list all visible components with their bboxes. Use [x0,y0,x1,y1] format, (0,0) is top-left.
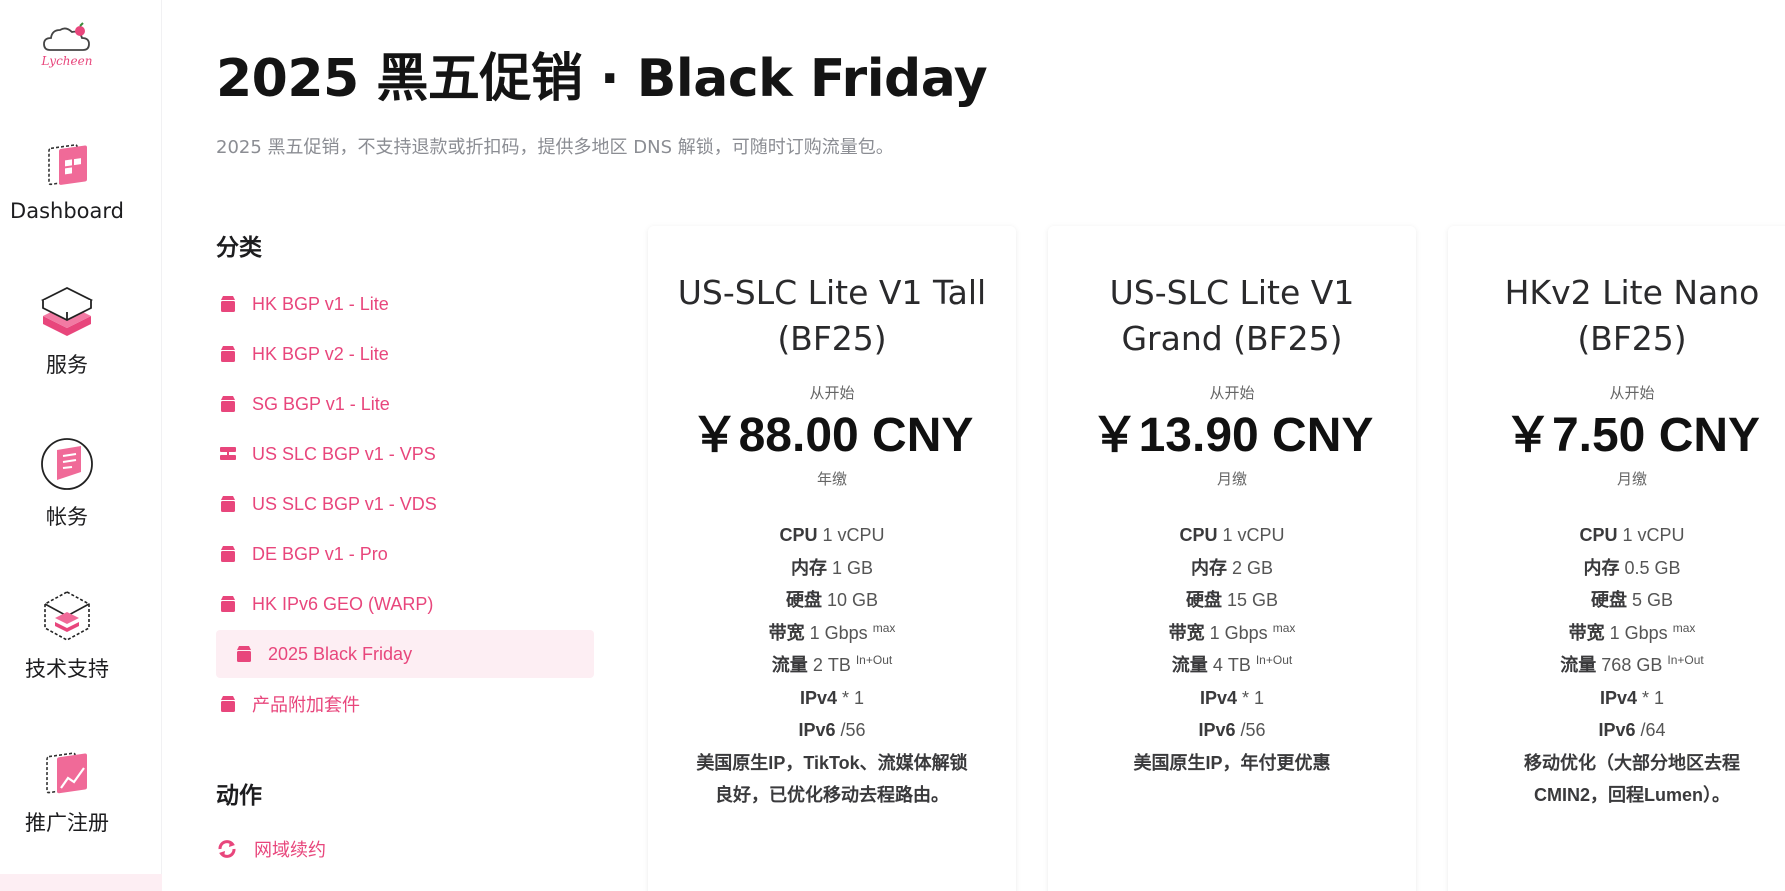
category-item-us-slc-bgp-v1-vds[interactable]: US SLC BGP v1 - VDS [216,480,594,528]
spec-bandwidth: 带宽 1 Gbps max [1568,620,1696,643]
spec-ipv6: IPv6 /56 [798,720,866,740]
refresh-icon [218,840,236,858]
spec-ipv4: IPv4 * 1 [1199,687,1265,708]
product-specs: CPU 1 vCPU 内存 2 GB 硬盘 15 GB 带宽 1 Gbps ma… [1048,519,1416,779]
category-label: US SLC BGP v1 - VDS [252,493,437,514]
spec-ipv4: IPv4 * 1 [799,687,865,708]
product-name: HKv2 Lite Nano (BF25) [1504,273,1760,358]
spec-ram: 内存 1 GB [790,557,874,578]
nav-label: 技术支持 [25,657,109,681]
box-icon [221,696,235,712]
product-specs: CPU 1 vCPU 内存 1 GB 硬盘 10 GB 带宽 1 Gbps ma… [648,519,1016,812]
spec-disk: 硬盘 10 GB [785,590,879,610]
product-price: ￥88.00 CNY [690,409,974,462]
category-label: HK BGP v1 - Lite [252,293,389,314]
nav-services[interactable]: 服务 [0,284,134,379]
action-domain-renewal[interactable]: 网域续约 [216,836,326,862]
categories-heading: 分类 [216,235,262,261]
nav-support[interactable]: 技术支持 [0,588,134,683]
page-title: 2025 黑五促销 · Black Friday [216,49,988,109]
logo-text: Lycheen [41,54,93,68]
billing-cycle: 月缴 [1616,471,1647,488]
product-name: US-SLC Lite V1 Grand (BF25) [1109,273,1355,358]
nav-label: 服务 [46,353,88,377]
category-list: HK BGP v1 - Lite HK BGP v2 - Lite SG BGP… [216,280,594,730]
services-icon [40,286,94,336]
box-icon [221,296,235,312]
page-description: 2025 黑五促销，不支持退款或折扣码，提供多地区 DNS 解锁，可随时订购流量… [216,137,894,158]
category-item-sg-bgp-v1-lite[interactable]: SG BGP v1 - Lite [216,380,594,428]
spec-cpu: CPU 1 vCPU [779,525,885,545]
billing-cycle: 年缴 [816,471,847,488]
category-label: 产品附加套件 [252,695,360,715]
category-label: DE BGP v1 - Pro [252,543,388,564]
spec-ipv6: IPv6 /64 [1598,720,1666,740]
category-item-de-bgp-v1-pro[interactable]: DE BGP v1 - Pro [216,530,594,578]
action-label: 网域续约 [254,840,326,860]
category-item-us-slc-bgp-v1-vps[interactable]: US SLC BGP v1 - VPS [216,430,594,478]
nav-label: 推广注册 [25,811,109,835]
product-note: 移动优化（大部分地区去程CMIN2，回程Lumen）。 [1524,752,1740,806]
spec-traffic: 流量 768 GB In+Out [1560,653,1704,675]
nav-dashboard[interactable]: Dashboard [0,134,134,223]
spec-cpu: CPU 1 vCPU [1179,525,1285,545]
nav-affiliate[interactable]: 推广注册 [0,742,134,837]
category-label: SG BGP v1 - Lite [252,393,390,414]
category-label: US SLC BGP v1 - VPS [252,443,436,464]
price-from-label: 从开始 [1609,385,1655,402]
side-nav: Lycheen Dashboard 服务 帐务 技术支持 推广注册 [0,0,162,891]
product-specs: CPU 1 vCPU 内存 0.5 GB 硬盘 5 GB 带宽 1 Gbps m… [1448,519,1785,812]
box-icon [221,496,235,512]
nav-label: 帐务 [46,505,88,529]
nav-label: Dashboard [10,199,124,223]
product-name: US-SLC Lite V1 Tall (BF25) [677,273,987,358]
spec-ram: 内存 0.5 GB [1583,557,1681,578]
product-price: ￥7.50 CNY [1503,409,1761,462]
actions-heading: 动作 [216,783,262,809]
brand-logo[interactable]: Lycheen [0,22,134,68]
category-label: HK IPv6 GEO (WARP) [252,593,434,614]
support-icon [44,591,90,641]
rail-bottom-highlight [0,874,162,891]
category-item-hk-ipv6-geo-warp[interactable]: HK IPv6 GEO (WARP) [216,580,594,628]
server-icon [220,447,236,460]
box-icon [221,596,235,612]
product-note: 美国原生IP，年付更优惠 [1133,752,1331,773]
spec-traffic: 流量 4 TB In+Out [1171,653,1293,675]
price-from-label: 从开始 [1209,385,1255,402]
category-item-hk-bgp-v2-lite[interactable]: HK BGP v2 - Lite [216,330,594,378]
dashboard-icon [48,144,87,186]
spec-disk: 硬盘 15 GB [1185,590,1279,610]
category-label: HK BGP v2 - Lite [252,343,389,364]
box-icon [221,546,235,562]
product-price: ￥13.90 CNY [1090,409,1374,462]
price-from-label: 从开始 [809,385,855,402]
spec-bandwidth: 带宽 1 Gbps max [768,620,896,643]
spec-ipv4: IPv4 * 1 [1599,687,1665,708]
product-card-us-slc-lite-grand[interactable]: US-SLC Lite V1 Grand (BF25) 从开始 ￥13.90 C… [1048,226,1416,891]
spec-bandwidth: 带宽 1 Gbps max [1168,620,1296,643]
product-card-hkv2-lite-nano[interactable]: HKv2 Lite Nano (BF25) 从开始 ￥7.50 CNY 月缴 C… [1448,226,1785,891]
affiliate-icon [46,752,87,794]
category-item-hk-bgp-v1-lite[interactable]: HK BGP v1 - Lite [216,280,594,328]
product-card-us-slc-lite-tall[interactable]: US-SLC Lite V1 Tall (BF25) 从开始 ￥88.00 CN… [648,226,1016,891]
category-item-addons[interactable]: 产品附加套件 [216,680,594,728]
box-icon [221,346,235,362]
cloud-lychee-icon [43,22,90,51]
spec-ram: 内存 2 GB [1190,557,1274,578]
product-note: 美国原生IP，TikTok、流媒体解锁良好，已优化移动去程路由。 [696,752,968,806]
spec-traffic: 流量 2 TB In+Out [771,653,893,675]
category-label: 2025 Black Friday [268,643,413,664]
box-icon [221,396,235,412]
spec-disk: 硬盘 5 GB [1590,590,1674,610]
category-item-2025-black-friday[interactable]: 2025 Black Friday [216,630,594,678]
billing-cycle: 月缴 [1216,471,1247,488]
spec-ipv6: IPv6 /56 [1198,720,1266,740]
spec-cpu: CPU 1 vCPU [1579,525,1685,545]
box-icon [237,646,251,662]
billing-icon [41,438,93,490]
nav-billing[interactable]: 帐务 [0,436,134,531]
